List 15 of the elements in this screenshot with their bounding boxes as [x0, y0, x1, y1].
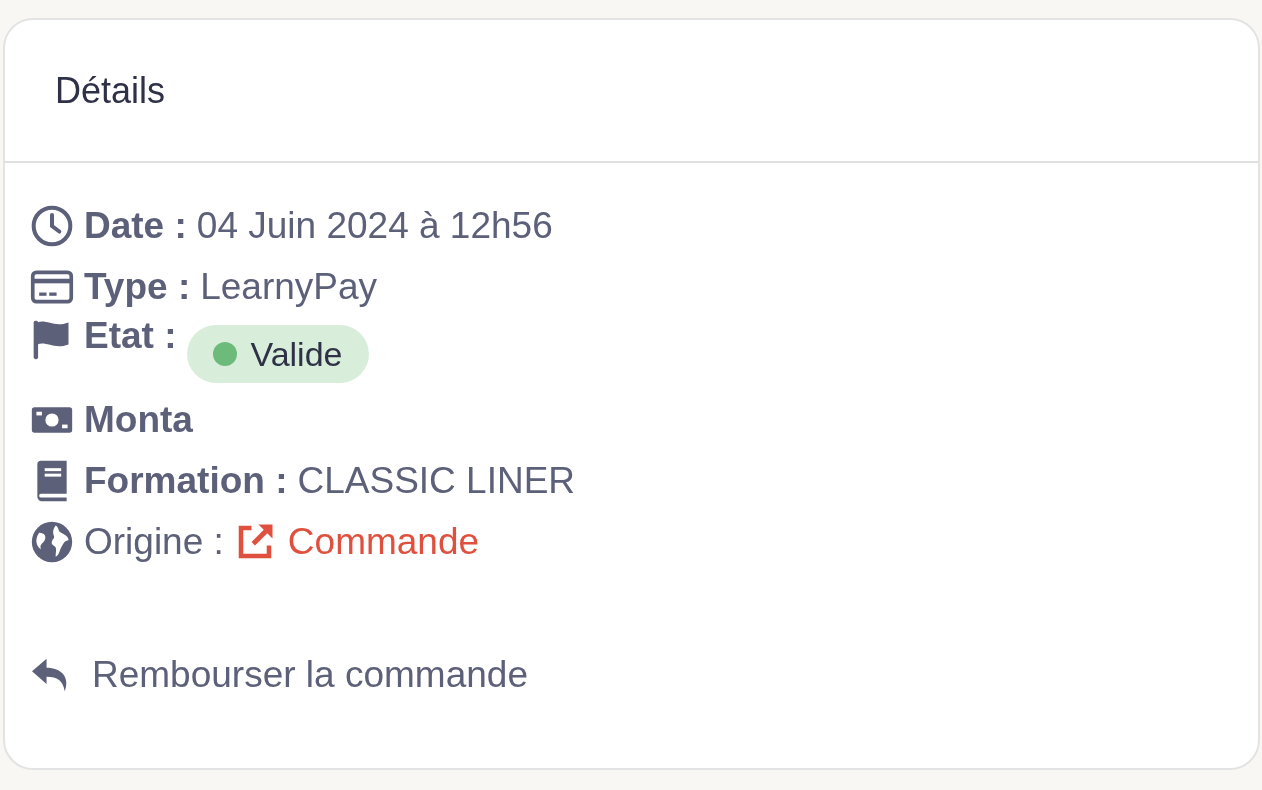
field-label: Date :: [84, 207, 187, 244]
order-link[interactable]: Commande: [233, 520, 480, 563]
field-value: 04 Juin 2024 à 12h56: [196, 207, 553, 244]
refund-button[interactable]: Rembourser la commande: [30, 647, 528, 703]
field-label: Type :: [84, 268, 191, 305]
field-value: LearnyPay: [200, 268, 378, 305]
field-label: Origine :: [84, 523, 224, 560]
status-badge: Valide: [186, 325, 369, 383]
globe-icon: [30, 519, 74, 564]
field-label: Etat :: [84, 317, 177, 354]
field-value: CLASSIC LINER: [297, 462, 576, 499]
clock-icon: [30, 203, 74, 248]
field-label: Formation :: [84, 462, 288, 499]
field-label: Monta: [84, 401, 193, 438]
card-title: Détails: [55, 68, 166, 113]
